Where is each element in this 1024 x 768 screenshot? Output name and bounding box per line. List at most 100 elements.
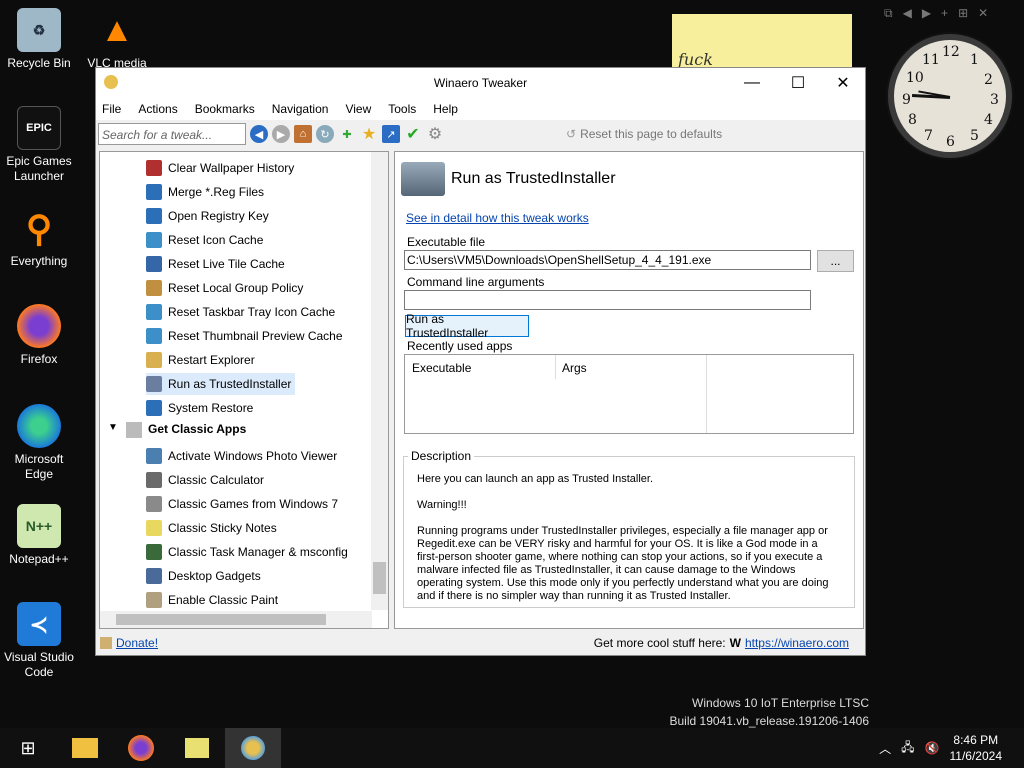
browse-button[interactable]: ... [817,250,854,272]
home-icon[interactable]: ⌂ [294,125,312,143]
menu-tools[interactable]: Tools [388,102,425,116]
network-icon[interactable]: 🖧 [901,738,914,759]
taskbar-explorer[interactable] [57,728,113,768]
search-input[interactable]: Search for a tweak... [98,123,246,145]
menu-help[interactable]: Help [433,102,467,116]
next-icon[interactable]: ▶ [922,6,931,26]
donate-link[interactable]: Donate! [116,636,158,650]
settings-icon[interactable]: ⚙ [426,125,444,143]
grid-icon[interactable]: ⊞ [958,6,968,26]
prev-icon[interactable]: ◀ [903,6,912,26]
tree-item[interactable]: Reset Local Group Policy [146,277,303,299]
menu-file[interactable]: File [102,102,130,116]
gadget-toolbar: ⧉ ◀ ▶ + ⊞ ✕ [880,6,1020,26]
tree-item[interactable]: Desktop Gadgets [146,565,261,587]
taskbar-sticky-notes[interactable] [169,728,225,768]
tree-item[interactable]: Classic Task Manager & msconfig [146,541,348,563]
exe-field[interactable]: C:\Users\VM5\Downloads\OpenShellSetup_4_… [404,250,811,270]
minimize-button[interactable]: — [729,68,775,98]
tree-item[interactable]: Reset Thumbnail Preview Cache [146,325,343,347]
tree-group-classic-apps[interactable]: Get Classic Apps [148,422,246,436]
title-bar[interactable]: Winaero Tweaker — ☐ ✕ [96,68,865,98]
recent-label: Recently used apps [407,339,513,353]
add-icon[interactable]: + [941,6,948,26]
tree-item[interactable]: Activate Windows Photo Viewer [146,445,337,467]
clock-gadget[interactable]: 12 1 2 3 4 5 6 7 8 9 10 11 [888,34,1012,158]
volume-icon[interactable]: 🔇 [925,741,940,755]
taskbar-firefox[interactable] [113,728,169,768]
tweak-icon [146,328,162,344]
maximize-button[interactable]: ☐ [775,68,821,98]
tree-item[interactable]: System Restore [146,397,253,419]
tree-item[interactable]: Classic Sticky Notes [146,517,277,539]
taskbar-winaero[interactable] [225,728,281,768]
tweak-icon [146,352,162,368]
export-icon[interactable]: ↗ [382,125,400,143]
tree-item[interactable]: Clear Wallpaper History [146,157,294,179]
tree-item[interactable]: Open Registry Key [146,205,269,227]
sticky-note[interactable]: fuck [672,14,852,70]
desktop-icon-vscode[interactable]: ≺ Visual Studio Code [0,602,78,680]
winaero-link[interactable]: https://winaero.com [745,636,849,650]
tray-clock[interactable]: 8:46 PM 11/6/2024 [950,732,1003,764]
run-button[interactable]: Run as TrustedInstaller [405,312,529,340]
forward-icon[interactable]: ▶ [272,125,290,143]
tree-item[interactable]: Reset Live Tile Cache [146,253,285,275]
tree-item[interactable]: Enable Classic Paint [146,589,278,611]
tree-item[interactable]: Restart Explorer [146,349,255,371]
tree-item-label: Reset Taskbar Tray Icon Cache [168,305,336,319]
tweak-icon [146,400,162,416]
tree-item[interactable]: Run as TrustedInstaller [146,373,296,395]
col-args[interactable]: Args [562,361,587,375]
tree-vscrollbar[interactable] [371,152,388,610]
desktop-icon-edge[interactable]: Microsoft Edge [0,404,78,482]
tree-item[interactable]: Reset Taskbar Tray Icon Cache [146,301,335,323]
vscode-icon: ≺ [17,602,61,646]
apply-icon[interactable]: ✔ [404,125,422,143]
tree-group-icon [126,422,142,438]
bookmarks-icon[interactable]: ★ [360,125,378,143]
tree-item[interactable]: Reset Icon Cache [146,229,263,251]
tree-item-label: Restart Explorer [168,353,255,367]
recent-list[interactable]: Executable Args [404,354,854,434]
tree-item-label: Reset Icon Cache [168,233,264,247]
desktop-icon-firefox[interactable]: Firefox [0,304,78,367]
desktop-icon-recycle-bin[interactable]: ♻ Recycle Bin [0,8,78,71]
tree-item[interactable]: Classic Calculator [146,469,264,491]
tweak-icon [146,496,162,512]
gadget-icon[interactable]: ⧉ [884,6,893,26]
tray-chevron-icon[interactable]: ︿ [879,740,891,757]
reset-icon: ↺ [566,127,577,141]
args-field[interactable] [404,290,811,310]
add-bookmark-icon[interactable]: ✚ [338,125,356,143]
close-button[interactable]: ✕ [820,68,866,98]
col-executable[interactable]: Executable [412,361,471,375]
scroll-thumb[interactable] [373,562,386,594]
start-button[interactable]: ⊞ [0,728,56,768]
tree-group-expander[interactable]: ▼ [108,422,118,433]
desktop-icon-notepadpp[interactable]: N++ Notepad++ [0,504,78,567]
desktop-icon-vlc[interactable]: ▲ VLC media [78,8,156,71]
hscroll-thumb[interactable] [116,614,326,625]
toolbar: Search for a tweak... ◀ ▶ ⌂ ↻ ✚ ★ ↗ ✔ ⚙ … [96,120,865,148]
tree-item[interactable]: Classic Games from Windows 7 [146,493,338,515]
sticky-notes-icon [185,738,209,758]
menu-actions[interactable]: Actions [138,102,186,116]
refresh-icon[interactable]: ↻ [316,125,334,143]
tree-item-label: Desktop Gadgets [168,569,261,583]
tree-item[interactable]: Merge *.Reg Files [146,181,264,203]
reset-page-button[interactable]: Reset this page to defaults [580,127,722,141]
tree-item-label: Merge *.Reg Files [168,185,265,199]
tree-hscrollbar[interactable] [100,611,372,628]
menu-view[interactable]: View [345,102,380,116]
menu-bookmarks[interactable]: Bookmarks [195,102,264,116]
windows-icon: ⊞ [20,737,36,758]
desktop-icon-epic-games[interactable]: EPIC Epic Games Launcher [0,106,78,184]
taskbar: ⊞ ︿ 🖧 🔇 8:46 PM 11/6/2024 [0,728,1024,768]
back-icon[interactable]: ◀ [250,125,268,143]
desktop-icon-everything[interactable]: ⚲ Everything [0,206,78,269]
details-link[interactable]: See in detail how this tweak works [406,211,589,225]
desc-intro: Here you can launch an app as Trusted In… [417,473,654,485]
menu-navigation[interactable]: Navigation [272,102,338,116]
close-icon[interactable]: ✕ [978,6,988,26]
